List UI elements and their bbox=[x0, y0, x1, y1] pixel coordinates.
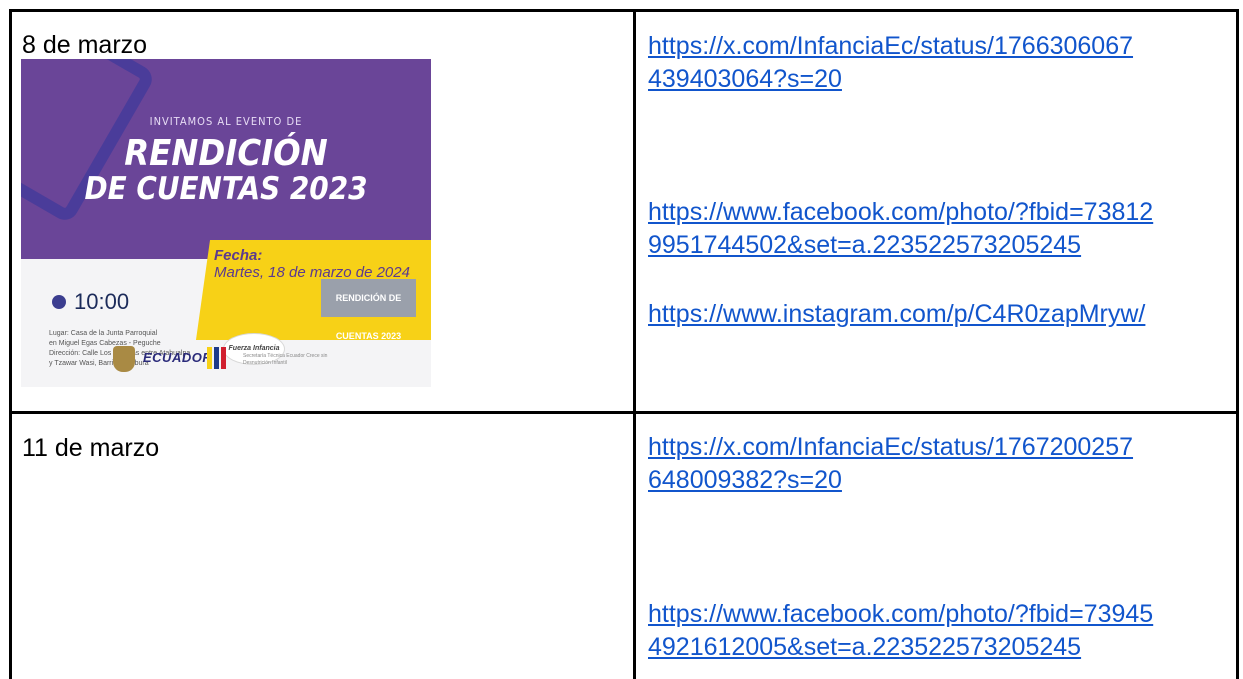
poster-info-line: en Miguel Egas Cabezas - Peguche bbox=[49, 340, 161, 347]
poster-title-line2: DE CUENTAS 2023 bbox=[84, 171, 368, 207]
table-border-left bbox=[9, 9, 12, 679]
x-post-link[interactable]: https://x.com/InfanciaEc/status/17663060… bbox=[648, 30, 1233, 96]
poster-ministry-text: Secretaría Técnica Ecuador Crece sin Des… bbox=[243, 353, 328, 366]
table-border-right bbox=[1236, 9, 1239, 679]
table-border-middle bbox=[633, 9, 636, 679]
poster-title-line1: RENDICIÓN bbox=[124, 133, 328, 174]
coat-of-arms-icon bbox=[113, 346, 135, 372]
facebook-photo-link[interactable]: https://www.facebook.com/photo/?fbid=739… bbox=[648, 598, 1233, 664]
flag-stripe-red bbox=[221, 347, 226, 369]
table-row-divider bbox=[9, 411, 1239, 414]
poster-time: 10:00 bbox=[74, 289, 130, 314]
poster-invite-text: INVITAMOS AL EVENTO DE bbox=[149, 115, 303, 128]
row-date: 11 de marzo bbox=[22, 434, 160, 462]
facebook-photo-link[interactable]: https://www.facebook.com/photo/?fbid=738… bbox=[648, 196, 1233, 262]
x-post-link[interactable]: https://x.com/InfanciaEc/status/17672002… bbox=[648, 431, 1233, 497]
poster-rendicion-logo: RENDICIÓN DE CUENTAS 2023 bbox=[321, 279, 416, 341]
row-date: 8 de marzo bbox=[22, 31, 148, 59]
table-border-top bbox=[9, 9, 1239, 12]
poster-date-label: Fecha: bbox=[214, 247, 263, 264]
flag-stripe-blue bbox=[214, 347, 219, 369]
poster-info-line: Lugar: Casa de la Junta Parroquial bbox=[49, 330, 158, 337]
clock-icon bbox=[52, 295, 66, 309]
event-poster-image: INVITAMOS AL EVENTO DE RENDICIÓN DE CUEN… bbox=[21, 59, 431, 387]
poster-country-name: ECUADOR bbox=[143, 350, 213, 365]
flag-stripe-yellow bbox=[207, 347, 212, 369]
instagram-post-link[interactable]: https://www.instagram.com/p/C4R0zapMryw/ bbox=[648, 298, 1233, 331]
